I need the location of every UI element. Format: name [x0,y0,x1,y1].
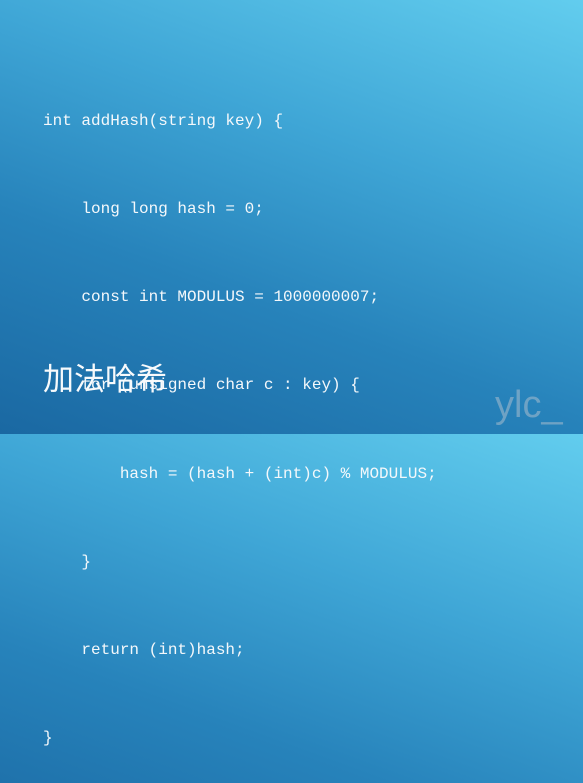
code-line: return (int)hash; [43,641,245,660]
code-line: long long hash = 0; [43,200,264,219]
code-line: int addHash(string key) { [43,111,284,130]
code-line: } [43,552,92,571]
slide-title: 加法哈希 [43,362,167,398]
watermark: ylc_ [495,384,563,426]
code-line: } [43,729,53,748]
code-line: const int MODULUS = 1000000007; [43,288,380,307]
code-line: hash = (hash + (int)c) % MODULUS; [43,464,437,483]
code-block: int addHash(string key) { long long hash… [43,48,437,783]
